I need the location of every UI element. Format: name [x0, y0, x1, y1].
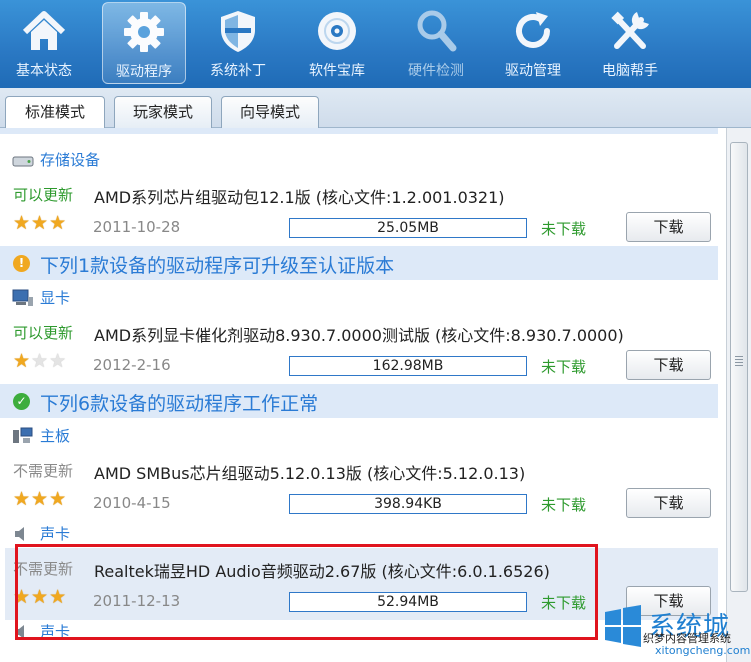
- toolbar-label: 系统补丁: [210, 63, 266, 79]
- section-header-certified: ! 下列1款设备的驱动程序可升级至认证版本: [0, 246, 718, 280]
- home-icon: [22, 11, 66, 50]
- watermark: 系统城 织梦内容管理系统 xitongcheng.com: [601, 604, 751, 662]
- section-header-partial: [0, 128, 718, 134]
- toolbar-label: 硬件检测: [408, 63, 464, 79]
- download-status: 未下载: [541, 496, 587, 514]
- driver-row: 不需更新 AMD SMBus芯片组驱动5.12.0.13版 (核心文件:5.12…: [5, 450, 718, 522]
- highlight-box: [15, 544, 598, 640]
- toolbar-item-patches[interactable]: 系统补丁: [196, 2, 280, 84]
- download-status: 未下载: [541, 220, 587, 238]
- toolbar-label: 基本状态: [16, 63, 72, 79]
- rating-stars: ★★★: [13, 214, 67, 233]
- download-progress: 162.98MB: [289, 356, 527, 376]
- section-title: 下列1款设备的驱动程序可升级至认证版本: [40, 255, 395, 277]
- toolbar-label: 驱动管理: [505, 63, 561, 79]
- driver-row: 可以更新 AMD系列芯片组驱动包12.1版 (核心文件:1.2.001.0321…: [5, 174, 718, 246]
- section-title: 下列6款设备的驱动程序工作正常: [40, 393, 319, 415]
- shield-icon: [221, 11, 255, 52]
- toolbar-label: 驱动程序: [116, 64, 172, 80]
- tab-standard-mode[interactable]: 标准模式: [5, 96, 105, 129]
- toolbar-item-hardware-check[interactable]: 硬件检测: [394, 2, 478, 84]
- scrollbar-thumb[interactable]: [730, 142, 748, 592]
- file-size: 398.94KB: [374, 496, 442, 512]
- tab-player-mode[interactable]: 玩家模式: [114, 96, 212, 128]
- star-icon: ★: [49, 350, 67, 372]
- rating-stars: ★★★: [13, 490, 67, 509]
- main-toolbar: 基本状态 驱动程序 系统补丁 软件宝库 硬件检测 驱动管理 电脑帮手: [0, 0, 751, 88]
- download-button[interactable]: 下载: [626, 350, 711, 380]
- scrollbar-grip: [735, 356, 743, 368]
- category-label: 声卡: [40, 525, 71, 543]
- star-icon: ★: [31, 488, 49, 510]
- toolbar-item-driver-manage[interactable]: 驱动管理: [491, 2, 575, 84]
- update-status: 不需更新: [13, 462, 74, 480]
- disc-icon: [318, 12, 356, 50]
- star-icon: ★: [31, 212, 49, 234]
- category-label: 存储设备: [40, 151, 101, 169]
- driver-name: AMD系列芯片组驱动包12.1版 (核心文件:1.2.001.0321): [94, 188, 505, 207]
- watermark-line2: xitongcheng.com: [655, 644, 751, 657]
- refresh-icon: [516, 12, 550, 48]
- tab-wizard-mode[interactable]: 向导模式: [221, 96, 319, 128]
- section-header-normal: ✓ 下列6款设备的驱动程序工作正常: [0, 384, 718, 418]
- star-icon: ★: [31, 350, 49, 372]
- update-status: 可以更新: [13, 324, 74, 342]
- driver-row: 可以更新 AMD系列显卡催化剂驱动8.930.7.0000测试版 (核心文件:8…: [5, 312, 718, 384]
- release-date: 2010-4-15: [93, 494, 171, 512]
- star-icon: ★: [13, 488, 31, 510]
- release-date: 2011-10-28: [93, 218, 181, 236]
- driver-name: AMD SMBus芯片组驱动5.12.0.13版 (核心文件:5.12.0.13…: [94, 464, 526, 483]
- toolbar-label: 电脑帮手: [602, 63, 658, 79]
- download-progress: 25.05MB: [289, 218, 527, 238]
- driver-name: AMD系列显卡催化剂驱动8.930.7.0000测试版 (核心文件:8.930.…: [94, 326, 624, 345]
- download-button[interactable]: 下载: [626, 488, 711, 518]
- update-status: 可以更新: [13, 186, 74, 204]
- hard-drive-icon: [12, 156, 34, 167]
- mode-tabbar: 标准模式 玩家模式 向导模式: [0, 88, 751, 129]
- download-button[interactable]: 下载: [626, 212, 711, 242]
- file-size: 162.98MB: [372, 358, 444, 374]
- release-date: 2012-2-16: [93, 356, 171, 374]
- star-icon: ★: [13, 350, 31, 372]
- toolbar-item-drivers[interactable]: 驱动程序: [102, 2, 186, 84]
- motherboard-icon: [13, 427, 33, 443]
- speaker-icon: [15, 527, 24, 541]
- download-progress: 398.94KB: [289, 494, 527, 514]
- check-circle-icon: ✓: [13, 393, 30, 410]
- tools-icon: [611, 11, 649, 49]
- file-size: 25.05MB: [377, 220, 439, 236]
- toolbar-label: 软件宝库: [309, 63, 365, 79]
- magnifier-icon: [417, 10, 457, 52]
- toolbar-item-software[interactable]: 软件宝库: [295, 2, 379, 84]
- star-icon: ★: [13, 212, 31, 234]
- category-label: 主板: [40, 427, 71, 445]
- toolbar-item-helper[interactable]: 电脑帮手: [588, 2, 672, 84]
- category-label: 显卡: [40, 289, 71, 307]
- rating-stars: ★★★: [13, 352, 67, 371]
- star-icon: ★: [49, 212, 67, 234]
- toolbar-item-basic-status[interactable]: 基本状态: [2, 2, 86, 84]
- star-icon: ★: [49, 488, 67, 510]
- gear-icon: [124, 12, 164, 52]
- download-status: 未下载: [541, 358, 587, 376]
- windows-logo-icon: [605, 605, 641, 647]
- info-icon: !: [13, 255, 30, 272]
- vertical-scrollbar[interactable]: [726, 128, 751, 662]
- monitor-icon: [12, 289, 33, 306]
